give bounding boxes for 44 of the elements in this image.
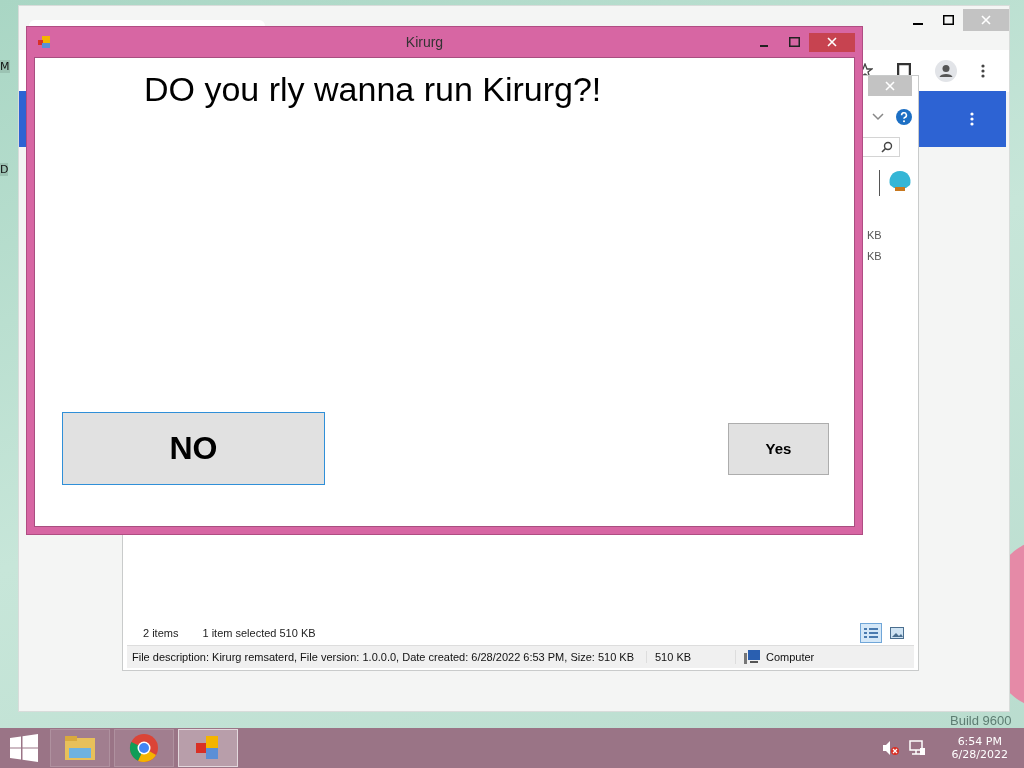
clock-date[interactable]: 6/28/2022 <box>951 748 1008 761</box>
zone-label: Computer <box>766 651 815 663</box>
search-icon <box>881 141 893 153</box>
menu-icon[interactable] <box>981 64 985 78</box>
app-icon <box>37 35 51 49</box>
more-icon[interactable] <box>970 112 974 126</box>
table-cell: KB <box>867 250 882 262</box>
folder-icon <box>64 734 96 762</box>
details-view-button[interactable] <box>860 623 882 643</box>
list-icon <box>864 627 878 639</box>
desktop-icon-label[interactable]: D <box>0 163 9 176</box>
desktop-icon-label[interactable]: M <box>0 60 10 73</box>
close-button[interactable] <box>809 32 855 52</box>
no-button[interactable]: NO <box>62 412 325 485</box>
help-icon[interactable] <box>896 109 912 125</box>
minimize-icon <box>760 45 768 47</box>
close-icon <box>981 15 991 25</box>
browser-taskbar-button[interactable] <box>114 729 174 767</box>
item-count: 2 items <box>143 627 179 639</box>
windows-start-icon[interactable] <box>10 734 38 762</box>
browser-icon <box>129 733 159 763</box>
app-icon <box>195 735 221 761</box>
file-size: 510 KB <box>646 651 735 663</box>
computer-icon <box>744 650 760 664</box>
clock-time[interactable]: 6:54 PM <box>957 735 1002 748</box>
maximize-icon <box>942 15 954 25</box>
muted-speaker-icon[interactable] <box>881 740 900 756</box>
close-icon <box>827 37 837 47</box>
app-taskbar-button[interactable] <box>178 729 238 767</box>
selection-info: 1 item selected 510 KB <box>202 627 316 639</box>
table-cell: KB <box>867 229 882 241</box>
file-description: File description: Kirurg remsaterd, File version: 1.0.0.0, Date created: 6/28/2022 6:53 PM, Size: 510 KB <box>132 651 634 663</box>
dialog-heading: DO you rly wanna run Kirurg?! <box>144 70 603 109</box>
image-icon <box>890 627 904 639</box>
yes-button[interactable]: Yes <box>728 422 829 475</box>
chevron-icon[interactable] <box>872 113 884 121</box>
maximize-icon <box>788 37 800 47</box>
shell-icon[interactable] <box>888 170 912 192</box>
watermark-text: Build 9600 <box>950 713 1012 728</box>
window-title: Kirurg <box>404 34 445 50</box>
network-icon[interactable] <box>907 740 926 756</box>
close-icon <box>885 81 895 91</box>
minimize-icon <box>913 23 923 25</box>
profile-icon[interactable] <box>935 60 957 82</box>
